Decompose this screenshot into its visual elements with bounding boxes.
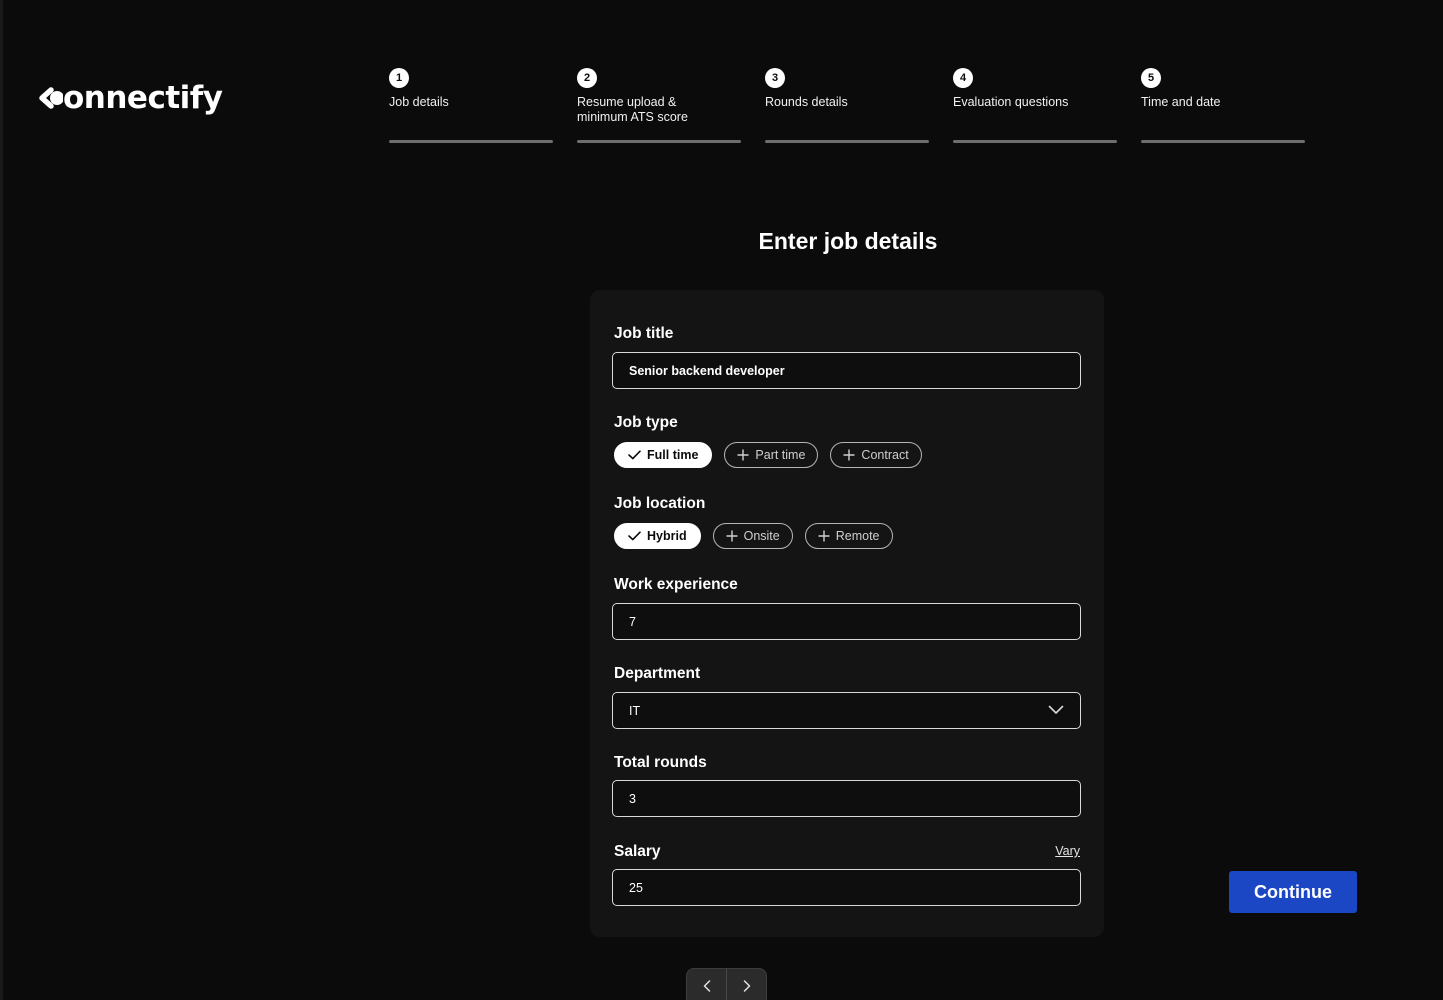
chip-label: Onsite bbox=[743, 529, 780, 543]
plus-icon bbox=[726, 530, 738, 542]
job-title-label: Job title bbox=[614, 325, 674, 342]
job-location-remote-chip[interactable]: Remote bbox=[804, 523, 893, 549]
step-label: Job details bbox=[389, 95, 449, 109]
step-progress-bar bbox=[389, 140, 553, 143]
step-evaluation-questions[interactable]: 4 Evaluation questions bbox=[953, 68, 1117, 143]
salary-vary-link[interactable]: Vary bbox=[1055, 844, 1080, 858]
step-job-details[interactable]: 1 Job details bbox=[389, 68, 553, 143]
job-location-hybrid-chip[interactable]: Hybrid bbox=[614, 523, 701, 549]
salary-input[interactable]: 25 bbox=[612, 869, 1081, 906]
step-number: 2 bbox=[577, 68, 597, 88]
connectify-logo: onnectify bbox=[37, 78, 223, 118]
job-type-label: Job type bbox=[614, 414, 678, 431]
chip-label: Remote bbox=[835, 529, 880, 543]
step-progress-bar bbox=[765, 140, 929, 143]
step-progress-bar bbox=[953, 140, 1117, 143]
department-value: IT bbox=[629, 703, 641, 718]
job-location-onsite-chip[interactable]: Onsite bbox=[712, 523, 793, 549]
job-title-input[interactable]: Senior backend developer bbox=[612, 352, 1081, 389]
step-number: 5 bbox=[1141, 68, 1161, 88]
chip-label: Contract bbox=[861, 448, 909, 462]
previous-button[interactable] bbox=[687, 969, 726, 1000]
logo-chevron-icon bbox=[39, 87, 63, 109]
next-button[interactable] bbox=[727, 969, 766, 1000]
chevron-left-icon bbox=[703, 980, 710, 992]
pager-controls bbox=[686, 968, 767, 1000]
step-resume-upload[interactable]: 2 Resume upload & minimum ATS score bbox=[577, 68, 741, 143]
job-location-options: Hybrid Onsite Remote bbox=[614, 523, 893, 549]
total-rounds-label: Total rounds bbox=[614, 754, 707, 771]
step-number: 1 bbox=[389, 68, 409, 88]
plus-icon bbox=[818, 530, 830, 542]
check-icon bbox=[628, 531, 641, 541]
plus-icon bbox=[843, 449, 855, 461]
check-icon bbox=[628, 450, 641, 460]
step-number: 3 bbox=[765, 68, 785, 88]
work-experience-input[interactable]: 7 bbox=[612, 603, 1081, 640]
job-type-options: Full time Part time Contract bbox=[614, 442, 922, 468]
step-label: Time and date bbox=[1141, 95, 1221, 109]
step-progress-bar bbox=[1141, 140, 1305, 143]
work-experience-label: Work experience bbox=[614, 576, 738, 593]
chevron-right-icon bbox=[743, 980, 750, 992]
continue-button[interactable]: Continue bbox=[1229, 871, 1357, 913]
app-root: onnectify 1 Job details 2 Resume upload … bbox=[0, 0, 1443, 1000]
job-location-label: Job location bbox=[614, 495, 706, 512]
department-select[interactable]: IT bbox=[612, 692, 1081, 729]
chevron-down-icon bbox=[1048, 705, 1064, 714]
job-type-full-time-chip[interactable]: Full time bbox=[614, 442, 713, 468]
job-details-form: Job title Senior backend developer Job t… bbox=[590, 290, 1104, 937]
job-type-contract-chip[interactable]: Contract bbox=[830, 442, 922, 468]
plus-icon bbox=[737, 449, 749, 461]
step-label: Resume upload & minimum ATS score bbox=[577, 95, 688, 124]
page-title: Enter job details bbox=[758, 228, 938, 254]
step-number: 4 bbox=[953, 68, 973, 88]
logo-text: onnectify bbox=[63, 80, 223, 116]
step-label: Evaluation questions bbox=[953, 95, 1069, 109]
progress-stepper: 1 Job details 2 Resume upload & minimum … bbox=[389, 68, 1305, 148]
salary-label: Salary bbox=[614, 843, 661, 860]
department-label: Department bbox=[614, 665, 701, 682]
chip-label: Hybrid bbox=[647, 529, 687, 543]
job-type-part-time-chip[interactable]: Part time bbox=[724, 442, 819, 468]
step-progress-bar bbox=[577, 140, 741, 143]
step-rounds-details[interactable]: 3 Rounds details bbox=[765, 68, 929, 143]
chip-label: Part time bbox=[755, 448, 806, 462]
step-time-and-date[interactable]: 5 Time and date bbox=[1141, 68, 1305, 143]
step-label: Rounds details bbox=[765, 95, 848, 109]
total-rounds-input[interactable]: 3 bbox=[612, 780, 1081, 817]
chip-label: Full time bbox=[647, 448, 699, 462]
